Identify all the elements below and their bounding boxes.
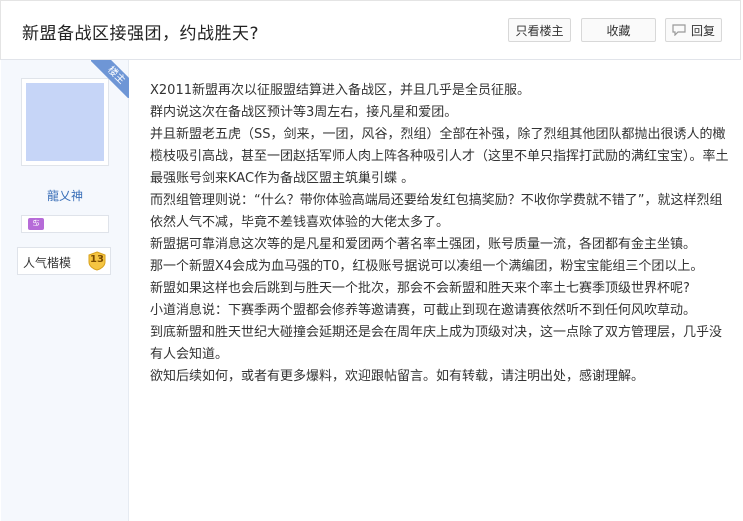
post-paragraph: 那一个新盟X4会成为血马强的T0，红极账号据说可以凑组一个满编团，粉宝宝能组三个… bbox=[150, 259, 704, 274]
popularity-box: 人气楷模 13 bbox=[17, 247, 111, 275]
favorite-button[interactable]: 收藏 bbox=[581, 18, 656, 42]
post-paragraph: 小道消息说：下赛季两个盟都会修养等邀请赛，可截止到现在邀请赛依然听不到任何风吹草… bbox=[150, 303, 697, 318]
post-paragraph: 到底新盟和胜天世纪大碰撞会延期还是会在周年庆上成为顶级对决，这一点除了双方管理层… bbox=[150, 325, 723, 362]
author-sidebar: 楼主 龍乂神 ♋ 人气楷模 13 bbox=[1, 60, 129, 521]
reply-button-label: 回复 bbox=[690, 23, 715, 38]
thread-header: 新盟备战区接强团，约战胜天? 只看楼主 收藏 回复 bbox=[0, 0, 741, 60]
op-badge: 楼主 bbox=[91, 60, 129, 98]
post-content: X2011新盟再次以征服盟结算进入备战区，并且几乎是全员征服。 群内说这次在备战… bbox=[150, 80, 730, 388]
thread-title: 新盟备战区接强团，约战胜天? bbox=[22, 24, 260, 44]
comment-icon bbox=[672, 24, 686, 36]
op-ribbon: 楼主 bbox=[91, 60, 129, 98]
post-paragraph: 而烈组管理则说：“什么？带你体验高端局还要给发红包搞奖励？不收你学费就不错了”，… bbox=[150, 193, 723, 230]
post-paragraph: 新盟据可靠消息这次等的是凡星和爱团两个著名率土强团，账号质量一流，各团都有金主坐… bbox=[150, 237, 697, 252]
post-paragraph: 欲知后续如何，或者有更多爆料，欢迎跟帖留言。如有转载，请注明出处，感谢理解。 bbox=[150, 369, 645, 384]
level-box: ♋ bbox=[21, 215, 109, 233]
popularity-value: 13 bbox=[90, 254, 104, 265]
zodiac-icon: ♋ bbox=[28, 218, 44, 230]
post-paragraph: X2011新盟再次以征服盟结算进入备战区，并且几乎是全员征服。 bbox=[150, 83, 530, 98]
popularity-label: 人气楷模 bbox=[23, 256, 72, 270]
only-author-button[interactable]: 只看楼主 bbox=[508, 18, 571, 42]
popularity-badge-icon: 13 bbox=[87, 251, 107, 271]
post-paragraph: 新盟如果这样也会后跳到与胜天一个批次，那会不会新盟和胜天来个率土七赛季顶级世界杯… bbox=[150, 281, 690, 296]
post-paragraph: 并且新盟老五虎（SS，剑来，一团，风谷，烈组）全部在补强，除了烈组其他团队都抛出… bbox=[150, 127, 729, 186]
reply-button[interactable]: 回复 bbox=[665, 18, 722, 42]
author-username[interactable]: 龍乂神 bbox=[1, 187, 129, 204]
post-paragraph: 群内说这次在备战区预计等3周左右，接凡星和爱团。 bbox=[150, 105, 458, 120]
